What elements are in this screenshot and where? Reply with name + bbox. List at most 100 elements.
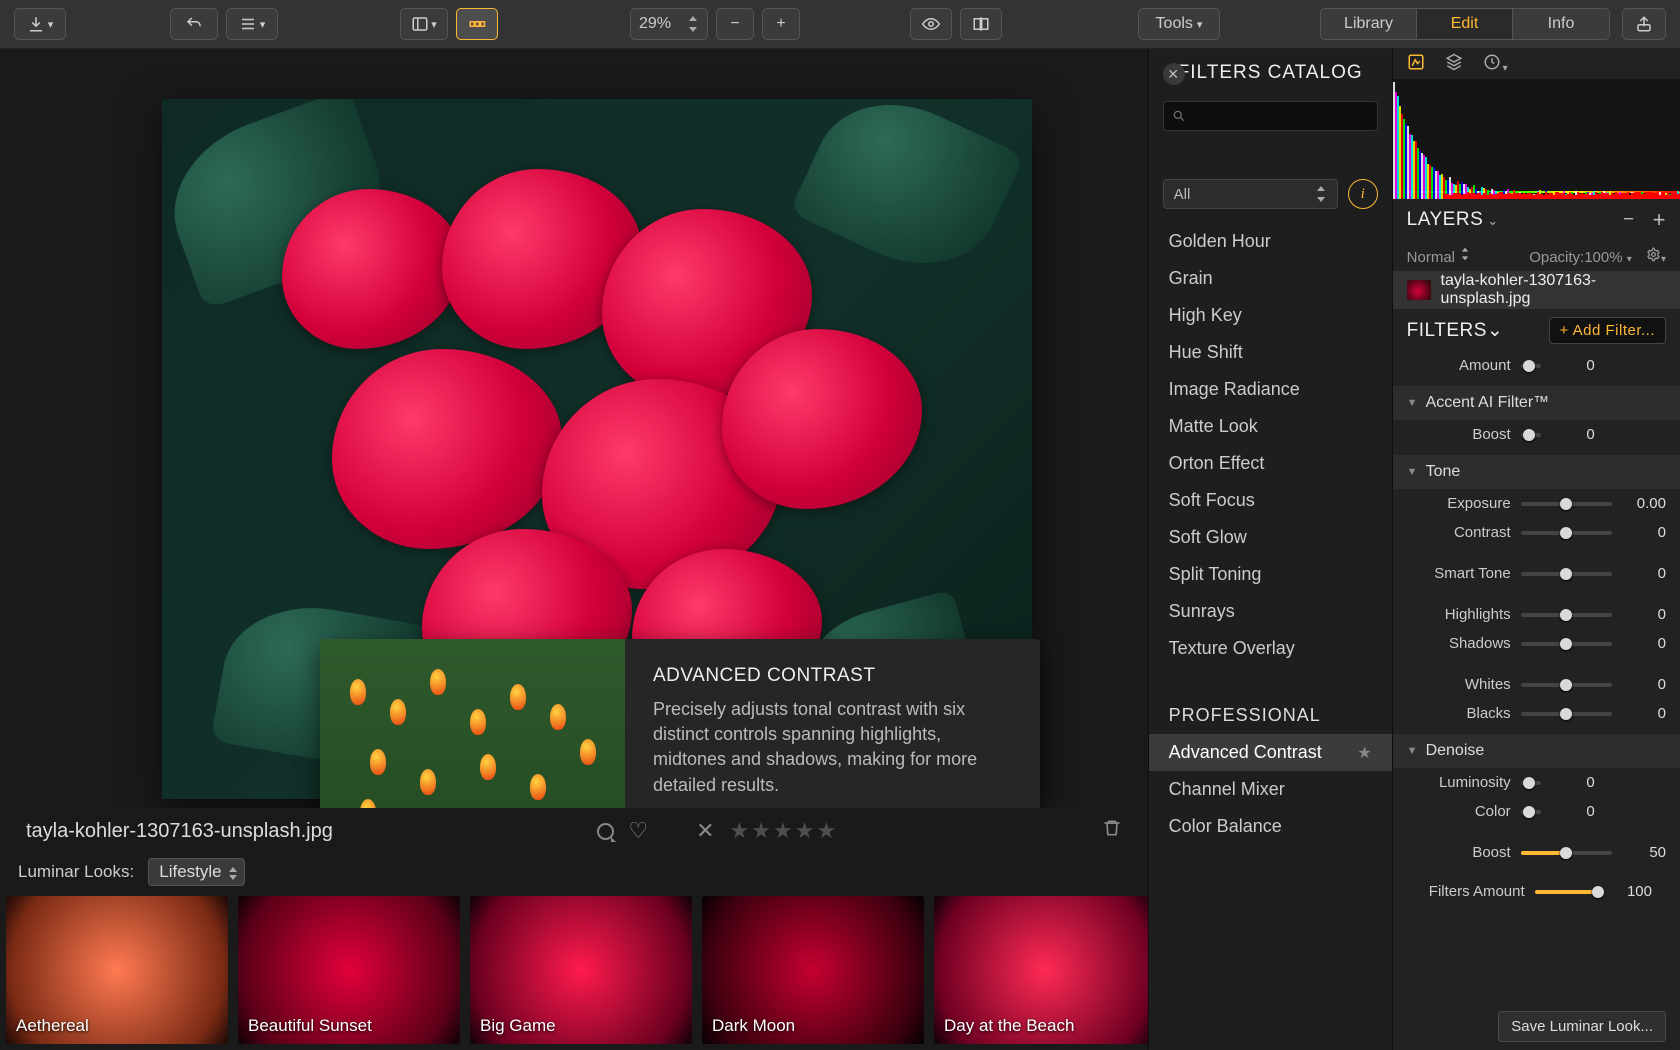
zoom-value: 29%: [639, 15, 671, 33]
catalog-item[interactable]: Color Balance: [1149, 808, 1392, 845]
slider-filters_amount[interactable]: Filters Amount100: [1407, 877, 1666, 906]
filter-group-header[interactable]: ▼Tone: [1393, 455, 1680, 489]
histogram[interactable]: [1393, 79, 1680, 199]
zoom-in-button[interactable]: +: [762, 8, 800, 40]
top-toolbar: ▾ ▾ ▾ 29% − +: [0, 0, 1680, 49]
catalog-list: Golden HourGrainHigh KeyHue ShiftImage R…: [1149, 217, 1392, 1050]
look-item[interactable]: Big Game: [470, 896, 692, 1044]
sidebar-toggle-button[interactable]: ▾: [400, 8, 448, 40]
catalog-item[interactable]: Advanced Contrast★: [1149, 734, 1392, 771]
chevron-updown-icon: [1315, 186, 1327, 202]
search-icon: [1172, 109, 1186, 123]
catalog-item[interactable]: Image Radiance: [1149, 371, 1392, 408]
look-item[interactable]: Dark Moon: [702, 896, 924, 1044]
catalog-item[interactable]: Soft Focus: [1149, 482, 1392, 519]
filmstrip-toggle-button[interactable]: [456, 8, 498, 40]
add-layer-button[interactable]: +: [1653, 207, 1666, 233]
catalog-item[interactable]: Texture Overlay: [1149, 630, 1392, 667]
tab-edit[interactable]: Edit: [1417, 9, 1513, 39]
add-filter-button[interactable]: + Add Filter...: [1549, 317, 1666, 344]
layers-tab-icon[interactable]: [1445, 53, 1463, 75]
catalog-item[interactable]: Sunrays: [1149, 593, 1392, 630]
undo-button[interactable]: [170, 8, 218, 40]
compare-button[interactable]: [960, 8, 1002, 40]
tooltip-title: ADVANCED CONTRAST: [653, 665, 1012, 687]
tools-menu[interactable]: Tools ▾: [1138, 8, 1220, 40]
slider-contrast[interactable]: Contrast0: [1393, 518, 1680, 547]
star-icon[interactable]: ★: [1357, 743, 1371, 763]
slider-whites[interactable]: Whites0: [1393, 670, 1680, 699]
filter-info-tooltip: ADVANCED CONTRAST Precisely adjusts tona…: [320, 639, 1040, 808]
slider-amount[interactable]: Amount0: [1393, 351, 1680, 380]
history-button[interactable]: ▾: [226, 8, 278, 40]
filters-section-header[interactable]: FILTERS⌄ + Add Filter...: [1393, 309, 1680, 351]
slider-blacks[interactable]: Blacks0: [1393, 699, 1680, 728]
history-tab-icon[interactable]: ▾: [1483, 53, 1508, 75]
histogram-tab-icon[interactable]: [1407, 53, 1425, 75]
catalog-category-select[interactable]: All: [1163, 179, 1338, 209]
edit-panel-tabs: ▾: [1393, 49, 1680, 79]
canvas-column: ADVANCED CONTRAST Precisely adjusts tona…: [0, 49, 1148, 1050]
catalog-item[interactable]: Golden Hour: [1149, 223, 1392, 260]
reject-button[interactable]: ✕: [696, 818, 714, 844]
preview-button[interactable]: [910, 8, 952, 40]
slider-shadows[interactable]: Shadows0: [1393, 629, 1680, 658]
looks-filmstrip: Aethereal Beautiful Sunset Big Game Dark…: [0, 890, 1148, 1050]
chevron-updown-icon: [687, 16, 699, 32]
slider-exposure[interactable]: Exposure0.00: [1393, 489, 1680, 518]
close-catalog-button[interactable]: ✕: [1163, 63, 1185, 85]
slider-color[interactable]: Color0: [1393, 797, 1680, 826]
filter-group-header[interactable]: ▼Accent AI Filter™: [1393, 386, 1680, 420]
rating-stars[interactable]: ★★★★★: [729, 818, 838, 844]
tab-library[interactable]: Library: [1321, 9, 1417, 39]
filters-catalog-panel: ✕ FILTERS CATALOG All i Golden HourGrain…: [1148, 49, 1392, 1050]
tooltip-body: Precisely adjusts tonal contrast with si…: [653, 697, 1012, 798]
filter-group-header[interactable]: ▼Denoise: [1393, 734, 1680, 768]
layer-settings-button[interactable]: ▾: [1646, 249, 1666, 266]
look-item[interactable]: Aethereal: [6, 896, 228, 1044]
save-look-button[interactable]: Save Luminar Look...: [1498, 1011, 1666, 1042]
catalog-item[interactable]: Channel Mixer: [1149, 771, 1392, 808]
canvas-area: ADVANCED CONTRAST Precisely adjusts tona…: [0, 49, 1148, 808]
favorite-button[interactable]: ♡: [628, 818, 648, 844]
catalog-search-input[interactable]: [1163, 101, 1378, 131]
tools-label: Tools: [1156, 15, 1193, 33]
slider-boost_ai[interactable]: Boost0: [1393, 420, 1680, 449]
looks-bar: Luminar Looks: Lifestyle: [0, 854, 1148, 890]
catalog-item[interactable]: Split Toning: [1149, 556, 1392, 593]
zoom-out-button[interactable]: −: [716, 8, 754, 40]
catalog-item[interactable]: Grain: [1149, 260, 1392, 297]
delete-button[interactable]: [1102, 818, 1122, 844]
tooltip-thumbnail: [320, 639, 625, 808]
share-button[interactable]: [1622, 8, 1666, 40]
slider-highlights[interactable]: Highlights0: [1393, 600, 1680, 629]
status-bar: tayla-kohler-1307163-unsplash.jpg ♡ ✕ ★★…: [0, 808, 1148, 854]
look-item[interactable]: Day at the Beach: [934, 896, 1148, 1044]
slider-luminosity[interactable]: Luminosity0: [1393, 768, 1680, 797]
catalog-item[interactable]: Orton Effect: [1149, 445, 1392, 482]
look-item[interactable]: Beautiful Sunset: [238, 896, 460, 1044]
looks-label: Luminar Looks:: [18, 862, 134, 882]
tab-info[interactable]: Info: [1513, 9, 1609, 39]
slider-smart_tone[interactable]: Smart Tone0: [1393, 559, 1680, 588]
catalog-title: FILTERS CATALOG: [1178, 62, 1363, 84]
catalog-info-button[interactable]: i: [1348, 179, 1378, 209]
catalog-item[interactable]: High Key: [1149, 297, 1392, 334]
filename-label: tayla-kohler-1307163-unsplash.jpg: [26, 820, 333, 843]
catalog-item[interactable]: Soft Glow: [1149, 519, 1392, 556]
catalog-item[interactable]: Matte Look: [1149, 408, 1392, 445]
collapse-layers-button[interactable]: −: [1623, 209, 1635, 231]
looks-category-select[interactable]: Lifestyle: [148, 858, 244, 886]
color-tag-button[interactable]: [597, 823, 614, 840]
catalog-item[interactable]: Hue Shift: [1149, 334, 1392, 371]
blend-mode-select[interactable]: Normal: [1407, 246, 1472, 266]
layer-row[interactable]: tayla-kohler-1307163-unsplash.jpg: [1393, 271, 1680, 309]
edit-panel: ▾ LAYERS⌄ − + Normal Opacity:100% ▾ ▾ ta…: [1392, 49, 1680, 1050]
layer-name: tayla-kohler-1307163-unsplash.jpg: [1441, 272, 1666, 308]
catalog-section-header: PROFESSIONAL: [1149, 697, 1392, 734]
export-button[interactable]: ▾: [14, 8, 66, 40]
zoom-select[interactable]: 29%: [630, 8, 708, 40]
mode-tabs: Library Edit Info: [1320, 8, 1610, 40]
layers-section-header[interactable]: LAYERS⌄ − +: [1393, 199, 1680, 241]
slider-boost_dn[interactable]: Boost50: [1393, 838, 1680, 867]
